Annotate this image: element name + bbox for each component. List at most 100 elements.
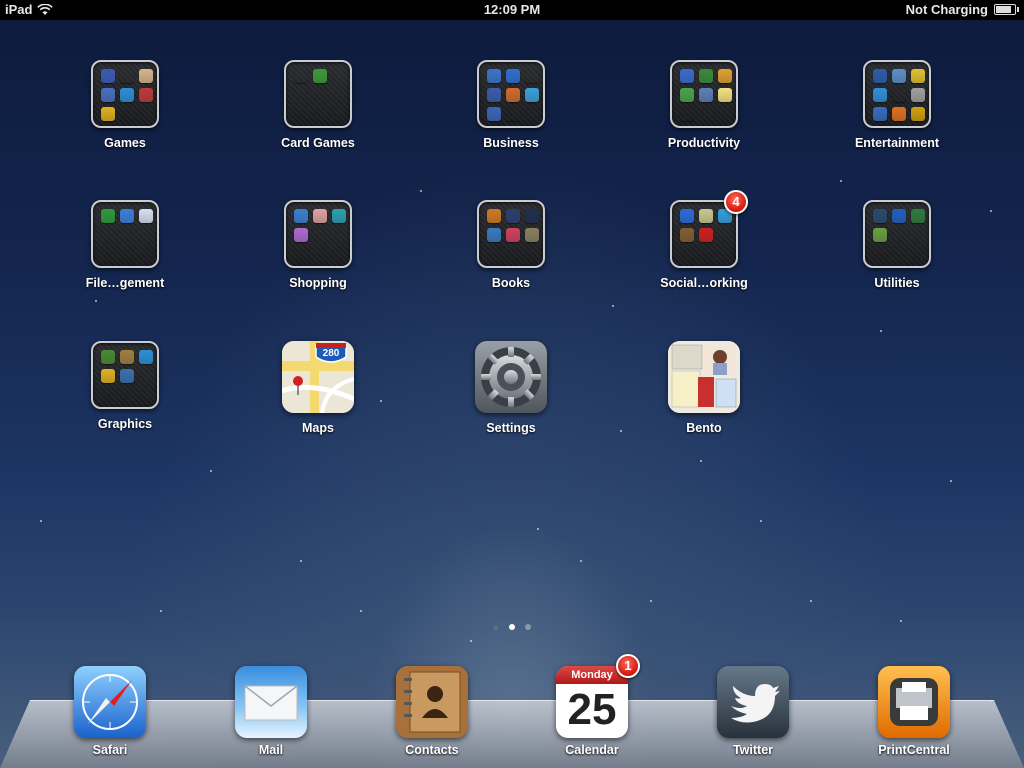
star	[840, 180, 842, 182]
folder-entertainment[interactable]: Entertainment	[842, 60, 952, 150]
dock-app-calendar[interactable]: Monday 25 1 Calendar	[537, 654, 647, 757]
star	[612, 305, 614, 307]
folder-shopping[interactable]: Shopping	[263, 200, 373, 290]
app-label: Contacts	[405, 743, 459, 757]
dock-app-mail[interactable]: Mail	[216, 666, 326, 757]
star	[650, 600, 652, 602]
folder-utilities[interactable]: Utilities	[842, 200, 952, 290]
star	[470, 640, 472, 642]
folder-mini-app-icon	[120, 350, 134, 364]
folder-mini-app-icon	[313, 209, 327, 223]
star	[95, 300, 97, 302]
calendar-day: 25	[567, 685, 617, 734]
star	[160, 610, 162, 612]
dock-app-safari[interactable]: Safari	[55, 666, 165, 757]
folder-mini-app-icon	[873, 107, 887, 121]
folder-mini-app-icon	[680, 69, 694, 83]
folder-mini-app-icon	[892, 69, 906, 83]
notification-badge: 1	[616, 654, 640, 678]
folder-mini-app-icon	[101, 369, 115, 383]
folder-icon	[284, 60, 352, 128]
dock-app-printcentral[interactable]: PrintCentral	[859, 666, 969, 757]
folder-mini-app-icon	[101, 209, 115, 223]
folder-mini-app-icon	[313, 69, 327, 83]
star	[40, 520, 42, 522]
folder-icon	[863, 60, 931, 128]
folder-mini-app-icon	[911, 107, 925, 121]
folder-label: Card Games	[281, 136, 355, 150]
star	[620, 430, 622, 432]
folder-mini-app-icon	[139, 88, 153, 102]
folder-mini-app-icon	[294, 209, 308, 223]
folder-mini-app-icon	[487, 228, 501, 242]
folder-icon	[670, 60, 738, 128]
folder-graphics[interactable]: Graphics	[70, 341, 180, 431]
folder-icon	[863, 200, 931, 268]
folder-mini-app-icon	[506, 107, 520, 121]
folder-mini-app-icon	[718, 88, 732, 102]
highway-shield-number: 280	[323, 348, 340, 359]
folder-mini-app-icon	[911, 88, 925, 102]
star	[900, 620, 902, 622]
folder-mini-app-icon	[718, 69, 732, 83]
folder-mini-app-icon	[332, 209, 346, 223]
app-label: Twitter	[732, 743, 774, 757]
folder-mini-app-icon	[487, 107, 501, 121]
folder-social-networking[interactable]: 4 Social…orking	[649, 190, 759, 290]
app-label: Settings	[486, 421, 536, 435]
app-label: Calendar	[565, 743, 619, 757]
compass-icon	[74, 666, 146, 738]
folder-file-management[interactable]: File…gement	[70, 200, 180, 290]
folder-mini-app-icon	[120, 88, 134, 102]
dock-app-contacts[interactable]: Contacts	[377, 666, 487, 757]
folder-mini-app-icon	[294, 69, 308, 83]
app-bento[interactable]: Bento	[649, 341, 759, 435]
folder-icon	[91, 200, 159, 268]
star	[380, 400, 382, 402]
folder-games[interactable]: Games	[70, 60, 180, 150]
page-dot-current	[508, 624, 515, 630]
folder-mini-app-icon	[873, 88, 887, 102]
folder-mini-app-icon	[873, 228, 887, 242]
folder-productivity[interactable]: Productivity	[649, 60, 759, 150]
folder-mini-app-icon	[101, 88, 115, 102]
folder-mini-app-icon	[294, 228, 308, 242]
page-indicator[interactable]: ⌕	[0, 623, 1024, 632]
folder-label: File…gement	[85, 276, 165, 290]
folder-mini-app-icon	[487, 209, 501, 223]
folder-mini-app-icon	[139, 350, 153, 364]
folder-mini-app-icon	[699, 228, 713, 242]
app-label: PrintCentral	[878, 743, 950, 757]
folder-label: Productivity	[667, 136, 741, 150]
folder-mini-app-icon	[487, 69, 501, 83]
star	[210, 470, 212, 472]
folder-books[interactable]: Books	[456, 200, 566, 290]
star	[700, 460, 702, 462]
star	[360, 610, 362, 612]
folder-mini-app-icon	[487, 88, 501, 102]
folder-mini-app-icon	[892, 107, 906, 121]
clock: 12:09 PM	[483, 2, 541, 17]
folder-icon	[91, 341, 159, 409]
folder-label: Graphics	[97, 417, 153, 431]
folder-mini-app-icon	[506, 88, 520, 102]
folder-mini-app-icon	[699, 88, 713, 102]
folder-mini-app-icon	[506, 228, 520, 242]
folder-mini-app-icon	[525, 228, 539, 242]
star	[950, 480, 952, 482]
folder-mini-app-icon	[680, 88, 694, 102]
folder-mini-app-icon	[892, 88, 906, 102]
folder-label: Games	[104, 136, 146, 150]
maps-icon: 280	[282, 341, 354, 413]
star	[990, 210, 992, 212]
folder-mini-app-icon	[120, 209, 134, 223]
dock-app-twitter[interactable]: Twitter	[698, 666, 808, 757]
folder-mini-app-icon	[525, 209, 539, 223]
folder-mini-app-icon	[680, 228, 694, 242]
folder-business[interactable]: Business	[456, 60, 566, 150]
folder-mini-app-icon	[101, 107, 115, 121]
app-settings[interactable]: Settings	[456, 341, 566, 435]
app-maps[interactable]: 280 Maps	[263, 341, 373, 435]
folder-card-games[interactable]: Card Games	[263, 60, 373, 150]
folder-label: Utilities	[874, 276, 920, 290]
